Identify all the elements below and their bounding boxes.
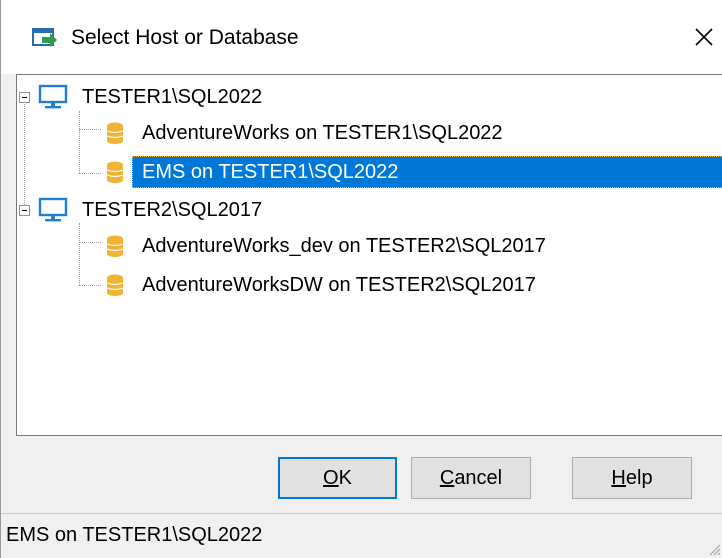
cancel-mnemonic: C [439, 467, 455, 489]
tree-node-label: EMS on TESTER1\SQL2022 [132, 156, 722, 188]
help-button[interactable]: Help [572, 457, 692, 499]
cancel-label: ancel [454, 467, 503, 489]
tree-node-label: AdventureWorksDW on TESTER2\SQL2017 [142, 274, 536, 296]
host-database-tree[interactable]: TESTER1\SQL2022 AdventureWorks on TESTER… [16, 74, 722, 436]
ok-button[interactable]: OK [278, 457, 397, 499]
collapse-toggle-icon[interactable] [19, 205, 30, 216]
tree-node-database[interactable]: AdventureWorks on TESTER1\SQL2022 [17, 117, 617, 149]
app-database-icon [32, 28, 57, 47]
status-text: EMS on TESTER1\SQL2022 [6, 524, 263, 546]
tree-node-label: TESTER1\SQL2022 [82, 86, 263, 108]
tree-node-database-selected[interactable]: EMS on TESTER1\SQL2022 [17, 156, 722, 188]
help-mnemonic: H [611, 467, 626, 489]
tree-node-database[interactable]: AdventureWorks_dev on TESTER2\SQL2017 [17, 230, 667, 262]
tree-node-label: AdventureWorks on TESTER1\SQL2022 [142, 122, 503, 144]
ok-label: K [338, 467, 352, 489]
collapse-toggle-icon[interactable] [19, 92, 30, 103]
help-label: elp [625, 467, 653, 489]
tree-node-host[interactable]: TESTER2\SQL2017 [17, 194, 317, 226]
tree-node-label: TESTER2\SQL2017 [82, 199, 263, 221]
status-bar: EMS on TESTER1\SQL2022 [1, 513, 722, 558]
tree-node-label: AdventureWorks_dev on TESTER2\SQL2017 [142, 235, 546, 257]
window-title: Select Host or Database [71, 26, 299, 49]
database-icon [106, 274, 124, 296]
database-icon [106, 122, 124, 144]
database-icon [106, 235, 124, 257]
close-icon[interactable] [687, 20, 721, 54]
tree-node-database[interactable]: AdventureWorksDW on TESTER2\SQL2017 [17, 269, 667, 301]
tree-node-host[interactable]: TESTER1\SQL2022 [17, 81, 317, 113]
database-icon [106, 161, 124, 183]
cancel-button[interactable]: Cancel [411, 457, 531, 499]
resize-grip-icon[interactable] [707, 542, 721, 556]
computer-icon [38, 197, 68, 222]
select-host-dialog: Select Host or Database TESTER1\SQL2022 [0, 0, 722, 558]
title-bar: Select Host or Database [1, 0, 722, 74]
ok-mnemonic: O [323, 467, 339, 489]
computer-icon [38, 84, 68, 109]
